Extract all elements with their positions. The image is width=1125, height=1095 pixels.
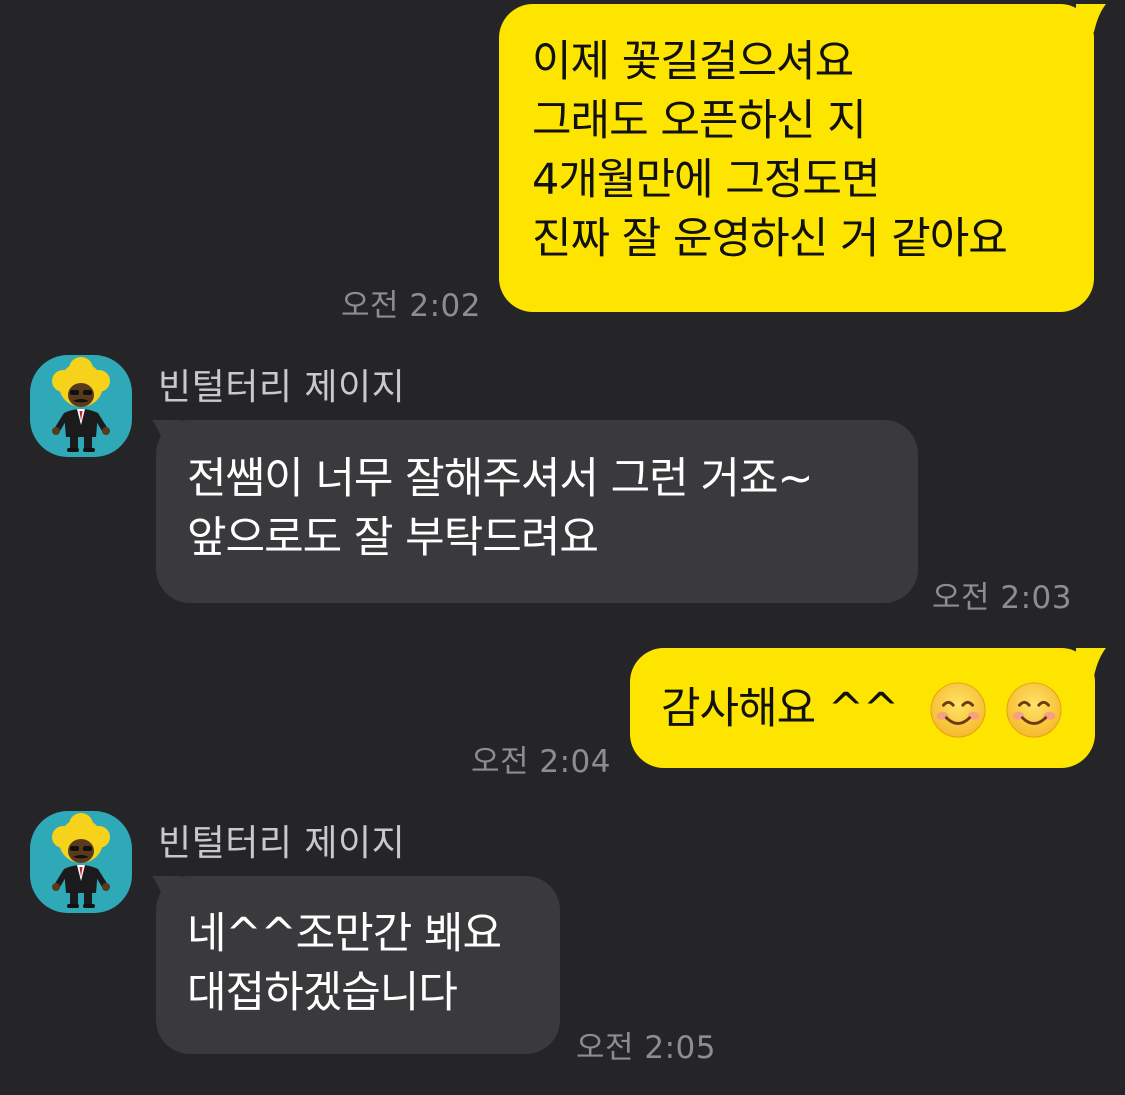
message-timestamp: 오전 2:02 [341,288,482,324]
sender-name: 빈털터리 제이지 [158,367,406,408]
message-timestamp: 오전 2:04 [471,744,612,780]
jay-g-character-icon [30,811,132,913]
message-line: 앞으로도 잘 부탁드려요 [187,513,599,563]
message-timestamp: 오전 2:03 [932,580,1073,616]
smiling-face-emoji [929,681,987,739]
sender-name: 빈털터리 제이지 [158,823,406,864]
bubble-tail [1076,4,1106,32]
message-timestamp: 오전 2:05 [576,1030,717,1066]
message-line: 이제 꽃길걸으셔요 [532,37,854,87]
smiling-face-emoji [1005,681,1063,739]
message-line: 네^^조만간 봬요 [187,909,502,959]
message-line: 4개월만에 그정도면 [532,155,881,205]
message-line: 전쌤이 너무 잘해주셔서 그런 거죠~ [187,454,814,504]
avatar[interactable] [30,811,132,913]
avatar[interactable] [30,355,132,457]
jay-g-character-icon [30,355,132,457]
message-bubble-sent[interactable]: 이제 꽃길걸으셔요 그래도 오픈하신 지 4개월만에 그정도면 진짜 잘 운영하… [499,4,1094,312]
message-line: 대접하겠습니다 [187,968,458,1018]
message-bubble-sent[interactable]: 감사해요 ^^ [630,648,1095,768]
message-text: 감사해요 ^^ [661,684,899,734]
message-line: 진짜 잘 운영하신 거 같아요 [532,214,1008,264]
bubble-tail [1076,648,1106,676]
message-bubble-received[interactable]: 전쌤이 너무 잘해주셔서 그런 거죠~ 앞으로도 잘 부탁드려요 [156,420,918,603]
message-bubble-received[interactable]: 네^^조만간 봬요 대접하겠습니다 [156,876,560,1054]
message-line: 그래도 오픈하신 지 [532,96,867,146]
